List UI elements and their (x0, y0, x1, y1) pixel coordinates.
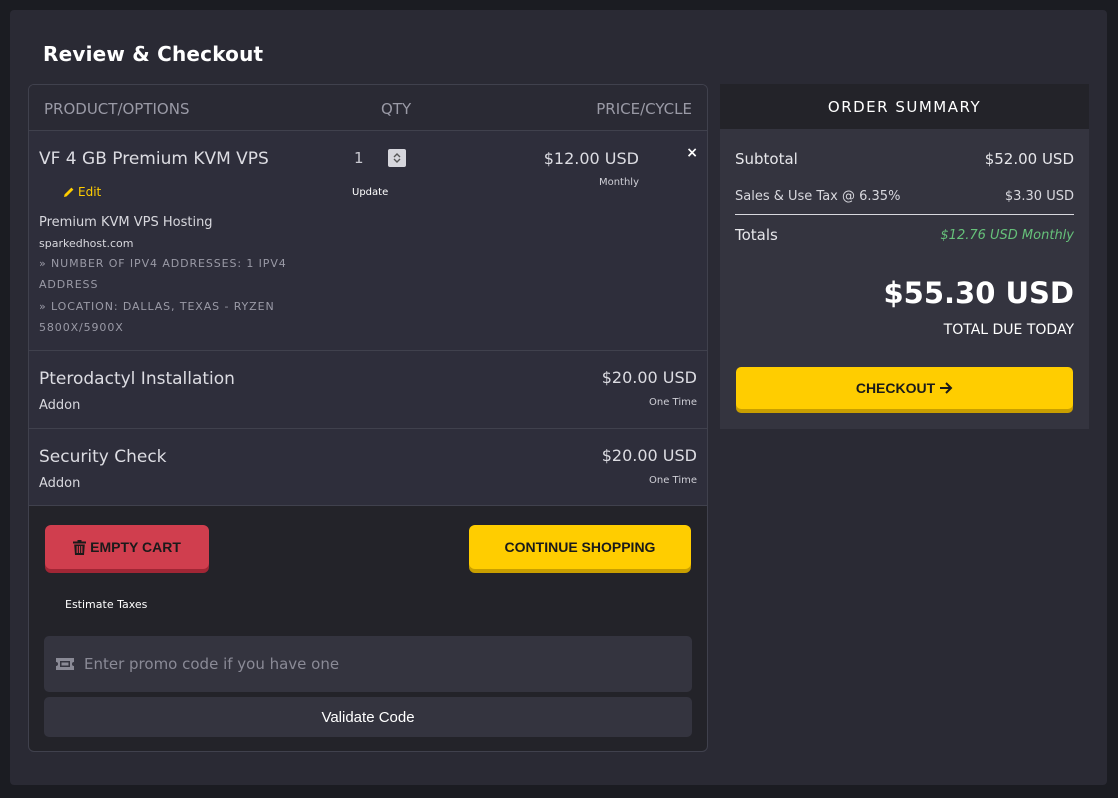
item-name: Security Check (39, 447, 167, 467)
trash-icon (73, 539, 87, 555)
checkout-label: CHECKOUT (855, 380, 936, 396)
item-type: Addon (39, 398, 81, 413)
item-price: $20.00 USD (601, 446, 697, 465)
cart-table: PRODUCT/OPTIONS QTY PRICE/CYCLE VF 4 GB … (28, 84, 708, 752)
pencil-icon (64, 187, 74, 197)
item-option-ipv4: » NUMBER OF IPV4 ADDRESSES: 1 IPV4 ADDRE… (39, 257, 287, 291)
item-name: Pterodactyl Installation (39, 369, 235, 389)
total-due-label: TOTAL DUE TODAY (943, 322, 1074, 338)
recurring-total: $12.76 USD Monthly (940, 227, 1074, 243)
tax-row: Sales & Use Tax @ 6.35% $3.30 USD (735, 189, 1074, 215)
item-cycle: One Time (648, 475, 697, 486)
validate-code-button[interactable]: Validate Code (44, 697, 692, 737)
cart-item-pterodactyl: Pterodactyl Installation Addon $20.00 US… (29, 351, 707, 429)
total-due-amount: $55.30 USD (883, 276, 1074, 310)
edit-label: Edit (78, 185, 102, 199)
item-name: VF 4 GB Premium KVM VPS (39, 149, 269, 169)
promo-field (44, 636, 692, 692)
empty-cart-label: EMPTY CART (90, 539, 181, 555)
tax-label: Sales & Use Tax @ 6.35% (735, 189, 901, 204)
continue-shopping-button[interactable]: CONTINUE SHOPPING (469, 525, 691, 569)
ticket-icon (56, 658, 74, 670)
subtotal-label: Subtotal (735, 150, 798, 168)
order-summary-title: ORDER SUMMARY (720, 84, 1089, 129)
page-title: Review & Checkout (43, 42, 264, 66)
cart-item-vps: VF 4 GB Premium KVM VPS Edit Premium KVM… (29, 131, 707, 351)
edit-link[interactable]: Edit (63, 185, 101, 199)
subtotal-row: Subtotal $52.00 USD (735, 150, 1074, 168)
item-cycle: Monthly (598, 177, 639, 188)
empty-cart-button[interactable]: EMPTY CART (45, 525, 209, 569)
item-price: $20.00 USD (601, 368, 697, 387)
item-option-location: » LOCATION: DALLAS, TEXAS - RYZEN 5800X/… (39, 300, 275, 334)
order-summary: ORDER SUMMARY Subtotal $52.00 USD Sales … (720, 84, 1089, 429)
estimate-taxes-link[interactable]: Estimate Taxes (65, 598, 147, 611)
checkout-button[interactable]: CHECKOUT (736, 367, 1073, 409)
header-product-options: PRODUCT/OPTIONS (44, 100, 190, 118)
item-cycle: One Time (648, 397, 697, 408)
checkout-panel: Review & Checkout PRODUCT/OPTIONS QTY PR… (10, 10, 1107, 785)
qty-input[interactable]: 1 (354, 149, 364, 167)
item-price: $12.00 USD (543, 149, 639, 168)
subtotal-value: $52.00 USD (984, 150, 1074, 168)
arrow-right-icon (940, 382, 953, 394)
header-qty: QTY (381, 100, 412, 118)
qty-stepper[interactable] (388, 149, 406, 167)
cart-item-security-check: Security Check Addon $20.00 USD One Time (29, 429, 707, 506)
update-link[interactable]: Update (352, 187, 388, 198)
cart-header: PRODUCT/OPTIONS QTY PRICE/CYCLE (29, 85, 707, 131)
close-icon[interactable]: × (686, 145, 698, 161)
spinner-arrows-icon (393, 153, 401, 163)
item-description: Premium KVM VPS Hosting (39, 215, 213, 230)
totals-row: Totals $12.76 USD Monthly (735, 226, 1074, 244)
header-price-cycle: PRICE/CYCLE (596, 100, 692, 118)
item-type: Addon (39, 476, 81, 491)
item-domain: sparkedhost.com (39, 237, 134, 250)
tax-value: $3.30 USD (1004, 189, 1074, 204)
promo-code-input[interactable] (84, 655, 644, 673)
totals-label: Totals (735, 226, 778, 244)
